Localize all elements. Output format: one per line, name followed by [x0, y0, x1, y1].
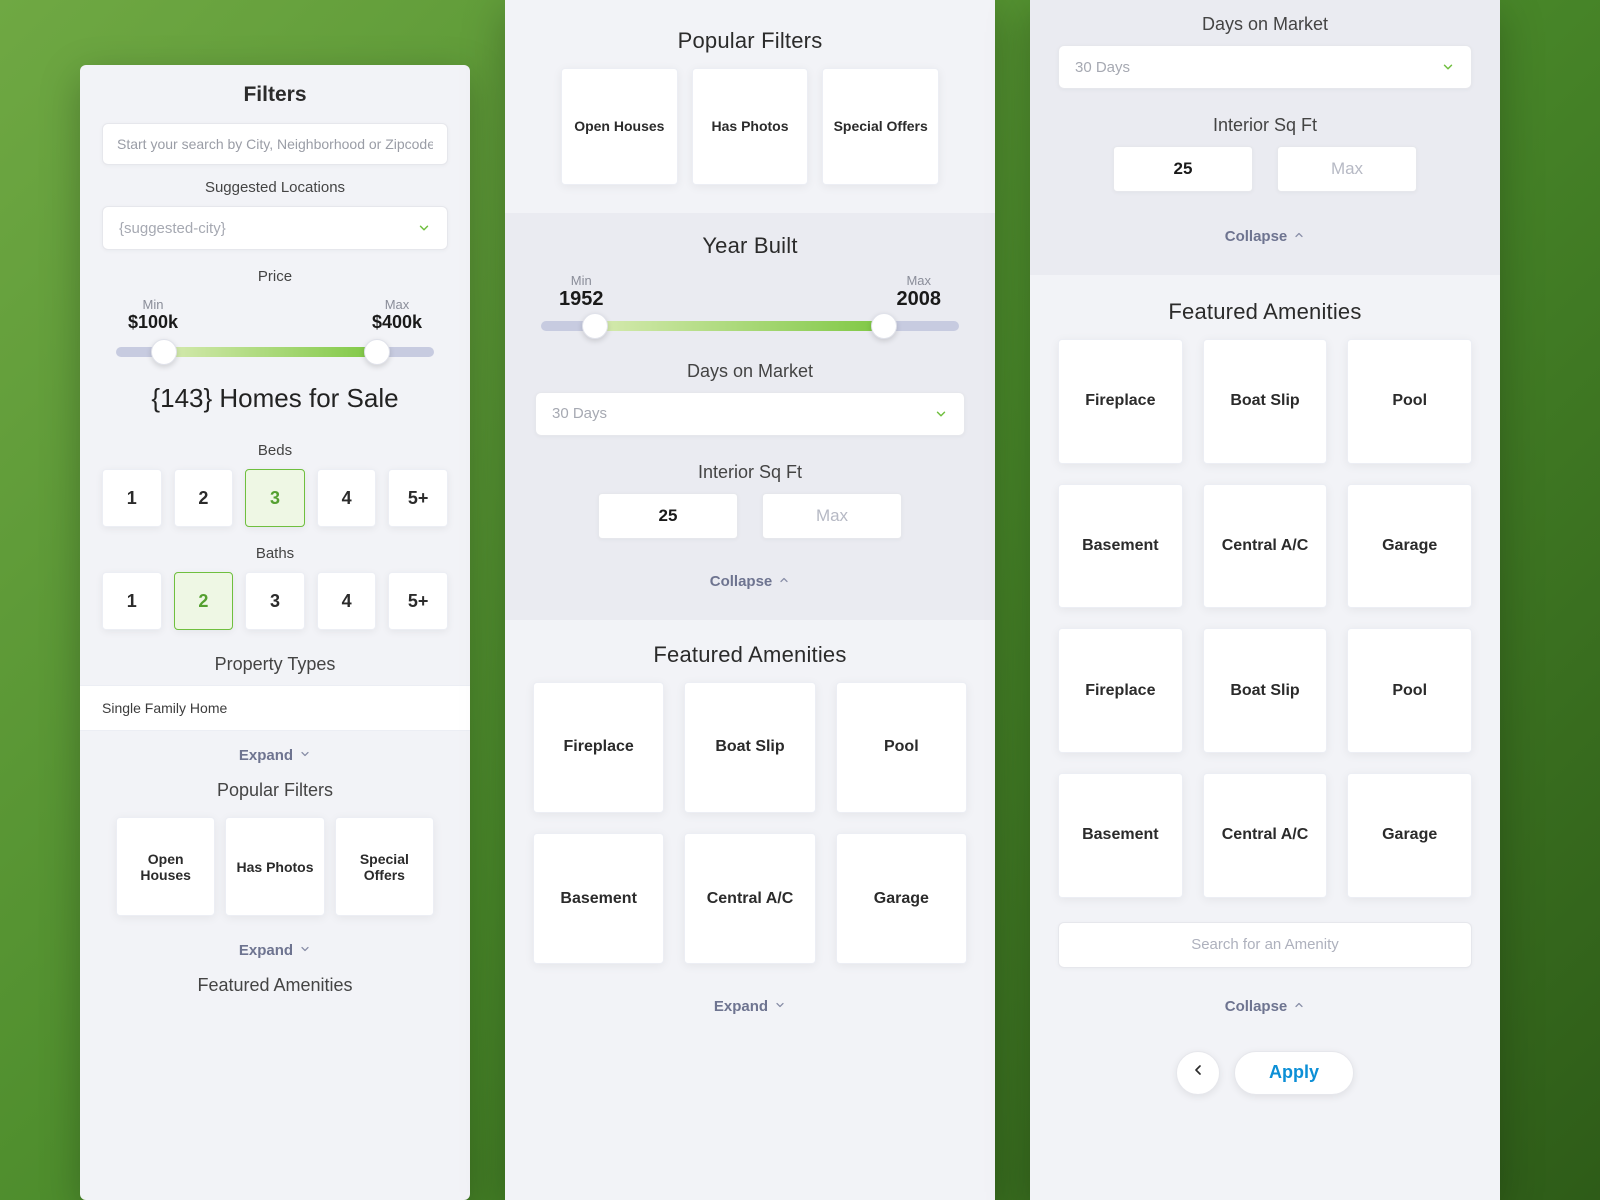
days-on-market-label: Days on Market	[505, 361, 995, 382]
price-slider-max-thumb[interactable]	[364, 339, 390, 365]
chevron-left-icon	[1190, 1062, 1206, 1083]
amenity-tile[interactable]: Pool	[836, 682, 967, 813]
suggested-city-value: {suggested-city}	[119, 220, 226, 237]
amenity-tile[interactable]: Fireplace	[533, 682, 664, 813]
price-min-label: Min	[128, 297, 178, 312]
filters-panel-mid: Popular Filters Open HousesHas PhotosSpe…	[505, 0, 995, 1200]
days-on-market-value: 30 Days	[552, 405, 607, 422]
filters-panel-compact: Filters Suggested Locations {suggested-c…	[80, 65, 470, 1200]
popular-filter-tile[interactable]: Open Houses	[116, 817, 215, 916]
amenity-tile[interactable]: Fireplace	[1058, 628, 1183, 753]
days-on-market-select[interactable]: 30 Days	[535, 392, 965, 436]
property-type-row[interactable]: Single Family Home	[80, 685, 470, 731]
year-slider-max-thumb[interactable]	[871, 313, 897, 339]
baths-option-5plus[interactable]: 5+	[388, 572, 448, 630]
featured-amenities-label: Featured Amenities	[1030, 299, 1500, 325]
amenity-tile[interactable]: Pool	[1347, 628, 1472, 753]
amenity-tile[interactable]: Boat Slip	[1203, 339, 1328, 464]
popular-filters-expand[interactable]: Expand	[80, 926, 470, 975]
back-button[interactable]	[1176, 1051, 1220, 1095]
suggested-locations-label: Suggested Locations	[102, 179, 448, 196]
amenity-tile[interactable]: Garage	[836, 833, 967, 964]
property-types-expand[interactable]: Expand	[80, 731, 470, 780]
amenity-tile[interactable]: Boat Slip	[684, 682, 815, 813]
chevron-up-icon	[778, 573, 790, 590]
amenity-search-input[interactable]: Search for an Amenity	[1058, 922, 1472, 968]
beds-option-4[interactable]: 4	[317, 469, 377, 527]
baths-option-4[interactable]: 4	[317, 572, 377, 630]
year-max-label: Max	[897, 273, 942, 288]
filters-title: Filters	[102, 83, 448, 107]
amenity-tile[interactable]: Garage	[1347, 773, 1472, 898]
year-built-label: Year Built	[505, 233, 995, 259]
amenity-tile[interactable]: Central A/C	[1203, 484, 1328, 609]
price-slider-min-thumb[interactable]	[151, 339, 177, 365]
popular-filter-tile[interactable]: Has Photos	[692, 68, 809, 185]
beds-option-5plus[interactable]: 5+	[388, 469, 448, 527]
popular-filters-label: Popular Filters	[505, 28, 995, 54]
sqft-max-input[interactable]: Max	[762, 493, 902, 539]
year-slider-min-thumb[interactable]	[582, 313, 608, 339]
price-max-value: $400k	[372, 312, 422, 333]
amenities-collapse[interactable]: Collapse	[1030, 982, 1500, 1031]
price-min-value: $100k	[128, 312, 178, 333]
sqft-label: Interior Sq Ft	[505, 462, 995, 483]
amenity-tile[interactable]: Boat Slip	[1203, 628, 1328, 753]
days-on-market-label: Days on Market	[1030, 14, 1500, 35]
baths-option-3[interactable]: 3	[245, 572, 305, 630]
sqft-label: Interior Sq Ft	[1030, 115, 1500, 136]
sqft-min-input[interactable]: 25	[1113, 146, 1253, 192]
suggested-city-select[interactable]: {suggested-city}	[102, 206, 448, 250]
amenity-tile[interactable]: Pool	[1347, 339, 1472, 464]
baths-label: Baths	[102, 545, 448, 562]
beds-option-2[interactable]: 2	[174, 469, 234, 527]
year-slider[interactable]: Min 1952 Max 2008	[505, 273, 995, 331]
days-on-market-value: 30 Days	[1075, 59, 1130, 76]
chevron-up-icon	[1293, 228, 1305, 245]
popular-filters-label: Popular Filters	[80, 780, 470, 801]
chevron-down-icon	[774, 998, 786, 1015]
price-slider[interactable]: Min $100k Max $400k	[102, 295, 448, 361]
year-min-value: 1952	[559, 288, 604, 311]
amenity-tile[interactable]: Central A/C	[1203, 773, 1328, 898]
homes-count: {143} Homes for Sale	[102, 383, 448, 414]
baths-option-2[interactable]: 2	[174, 572, 234, 630]
chevron-up-icon	[1293, 998, 1305, 1015]
amenity-tile[interactable]: Central A/C	[684, 833, 815, 964]
chevron-down-icon	[417, 221, 431, 235]
chevron-down-icon	[934, 407, 948, 421]
amenity-tile[interactable]: Fireplace	[1058, 339, 1183, 464]
price-max-label: Max	[372, 297, 422, 312]
beds-label: Beds	[102, 442, 448, 459]
featured-amenities-label: Featured Amenities	[80, 975, 470, 996]
beds-option-1[interactable]: 1	[102, 469, 162, 527]
chevron-down-icon	[299, 747, 311, 764]
price-label: Price	[102, 268, 448, 285]
year-max-value: 2008	[897, 288, 942, 311]
filters-panel-expanded: Days on Market 30 Days Interior Sq Ft 25…	[1030, 0, 1500, 1200]
days-on-market-select[interactable]: 30 Days	[1058, 45, 1472, 89]
apply-button[interactable]: Apply	[1234, 1051, 1354, 1095]
amenity-tile[interactable]: Basement	[1058, 773, 1183, 898]
amenity-tile[interactable]: Basement	[533, 833, 664, 964]
section-collapse[interactable]: Collapse	[1030, 212, 1500, 261]
featured-amenities-label: Featured Amenities	[505, 642, 995, 668]
popular-filter-tile[interactable]: Special Offers	[335, 817, 434, 916]
chevron-down-icon	[299, 942, 311, 959]
popular-filter-tile[interactable]: Open Houses	[561, 68, 678, 185]
location-search-input[interactable]	[102, 123, 448, 165]
amenity-tile[interactable]: Basement	[1058, 484, 1183, 609]
baths-option-1[interactable]: 1	[102, 572, 162, 630]
amenities-expand[interactable]: Expand	[505, 982, 995, 1031]
popular-filter-tile[interactable]: Special Offers	[822, 68, 939, 185]
beds-option-3[interactable]: 3	[245, 469, 305, 527]
sqft-max-input[interactable]: Max	[1277, 146, 1417, 192]
section-collapse[interactable]: Collapse	[505, 557, 995, 606]
amenity-tile[interactable]: Garage	[1347, 484, 1472, 609]
chevron-down-icon	[1441, 60, 1455, 74]
year-min-label: Min	[559, 273, 604, 288]
popular-filter-tile[interactable]: Has Photos	[225, 817, 324, 916]
property-types-label: Property Types	[80, 654, 470, 675]
sqft-min-input[interactable]: 25	[598, 493, 738, 539]
